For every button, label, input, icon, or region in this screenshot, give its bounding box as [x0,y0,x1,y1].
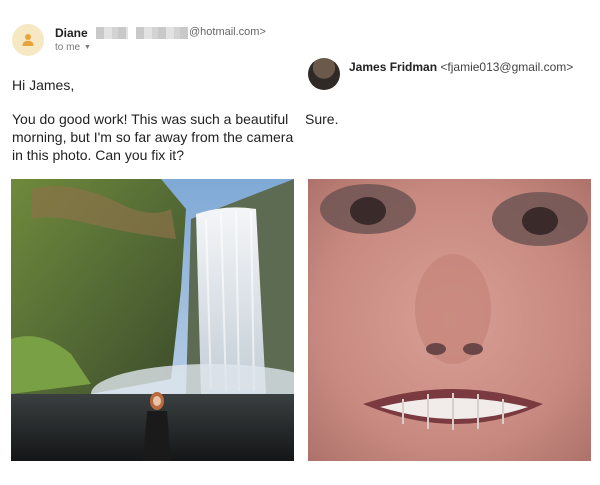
reply-sender: James Fridman <fjamie013@gmail.com> [349,60,573,74]
reply-sender-name: James Fridman [349,60,438,74]
sender-name: Diane [55,26,88,40]
recipient-details-toggle[interactable]: to me ▼ [55,42,91,53]
zoomed-face-image [308,179,591,461]
email-greeting: Hi James, [12,77,75,93]
email-panel: Diane @hotmail.com> to me ▼ Hi James, Yo… [0,0,300,485]
reply-sender-email: <fjamie013@gmail.com> [440,60,574,74]
recipient-label: to me [55,42,81,53]
waterfall-photo-image [11,179,294,461]
reply-avatar[interactable] [308,58,340,90]
reply-message: Sure. [305,111,339,127]
waterfall-photo [11,179,294,461]
person-icon [22,34,34,46]
redacted-email-part [96,27,128,39]
sender-email-domain: @hotmail.com> [189,26,266,38]
chevron-down-icon: ▼ [84,44,91,51]
sender-avatar[interactable] [12,24,44,56]
email-body: You do good work! This was such a beauti… [12,111,294,163]
meme-canvas: Diane @hotmail.com> to me ▼ Hi James, Yo… [0,0,600,485]
zoomed-face-photo [308,179,591,461]
redacted-email-part [136,27,188,39]
reply-panel: James Fridman <fjamie013@gmail.com> Sure… [300,0,600,485]
